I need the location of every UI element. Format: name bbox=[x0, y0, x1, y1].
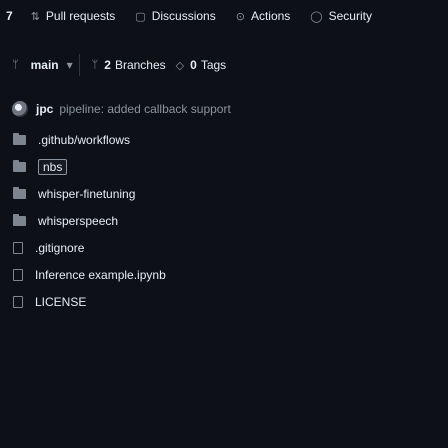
pull-request-icon: ⇅ bbox=[30, 10, 40, 23]
commit-author[interactable]: jpc bbox=[36, 102, 53, 116]
branches-count: 2 bbox=[104, 58, 111, 72]
folder-icon bbox=[13, 214, 26, 226]
tab-actions-label: Actions bbox=[250, 9, 291, 23]
file-name[interactable]: LICENSE bbox=[35, 295, 86, 309]
list-item[interactable]: Inference example.ipynb bbox=[12, 263, 442, 287]
file-name[interactable]: .github/workflows bbox=[38, 133, 130, 147]
file-icon bbox=[13, 269, 23, 281]
branches-label: Branches bbox=[114, 58, 166, 72]
tags-count: 0 bbox=[190, 58, 197, 72]
commit-message[interactable]: pipeline: added callback support bbox=[59, 102, 230, 116]
chevron-down-icon: ▾ bbox=[66, 58, 73, 72]
file-name[interactable]: whisperspeech bbox=[38, 214, 118, 228]
branch-selector-button[interactable]: ᛘ main ▾ bbox=[12, 58, 73, 72]
folder-icon bbox=[13, 133, 26, 145]
list-item[interactable]: whisper-finetuning bbox=[12, 182, 442, 206]
branches-link[interactable]: ᛘ 2 Branches bbox=[92, 58, 166, 72]
tab-security-label: Security bbox=[328, 9, 372, 23]
file-list: .github/workflows nbs whisper-finetuning… bbox=[12, 128, 442, 317]
code-tab-count[interactable]: 7 bbox=[6, 9, 13, 23]
tab-discussions-label: Discussions bbox=[151, 9, 216, 23]
git-branch-icon: ᛘ bbox=[91, 59, 99, 71]
tab-pull-requests-label: Pull requests bbox=[45, 9, 116, 23]
tab-security[interactable]: ◯ Security bbox=[310, 9, 372, 23]
repo-tab-bar: 7 ⇅ Pull requests ▢ Discussions ⊙ Action… bbox=[0, 0, 448, 32]
tags-label: Tags bbox=[200, 58, 227, 72]
list-item[interactable]: .gitignore bbox=[12, 236, 442, 260]
tags-link[interactable]: ◇ 0 Tags bbox=[176, 58, 227, 72]
folder-icon bbox=[13, 160, 26, 172]
avatar[interactable] bbox=[12, 101, 28, 117]
folder-icon bbox=[13, 187, 26, 199]
branch-name: main bbox=[30, 58, 59, 72]
branch-toolbar: ᛘ main ▾ ᛘ 2 Branches ◇ 0 Tags bbox=[12, 52, 236, 78]
file-name[interactable]: nbs bbox=[38, 159, 68, 175]
discussions-icon: ▢ bbox=[135, 10, 146, 23]
list-item[interactable]: .github/workflows bbox=[12, 128, 442, 152]
tab-pull-requests[interactable]: ⇅ Pull requests bbox=[31, 9, 116, 23]
tab-actions[interactable]: ⊙ Actions bbox=[236, 9, 291, 23]
list-item[interactable]: nbs bbox=[12, 155, 442, 179]
list-item[interactable]: whisperspeech bbox=[12, 209, 442, 233]
actions-play-icon: ⊙ bbox=[235, 10, 245, 23]
file-name[interactable]: whisper-finetuning bbox=[38, 187, 135, 201]
tab-discussions[interactable]: ▢ Discussions bbox=[135, 9, 215, 23]
file-icon bbox=[13, 296, 23, 308]
git-branch-icon: ᛘ bbox=[12, 59, 19, 71]
latest-commit-bar: jpc pipeline: added callback support bbox=[12, 98, 448, 120]
tag-icon: ◇ bbox=[175, 59, 185, 72]
shield-icon: ◯ bbox=[310, 10, 323, 23]
divider bbox=[78, 54, 80, 76]
file-name[interactable]: Inference example.ipynb bbox=[35, 268, 166, 282]
file-name[interactable]: .gitignore bbox=[35, 241, 84, 255]
file-icon bbox=[13, 242, 23, 254]
list-item[interactable]: LICENSE bbox=[12, 290, 442, 314]
